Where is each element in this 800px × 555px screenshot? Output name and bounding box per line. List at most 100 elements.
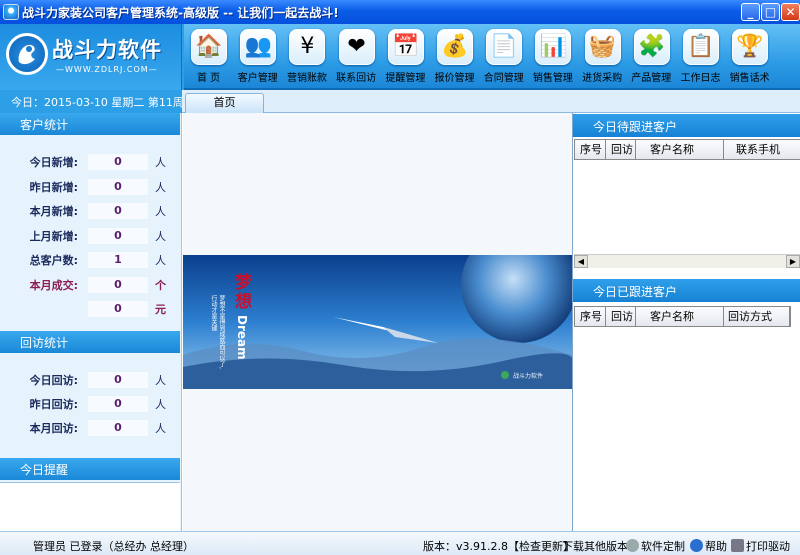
version-check-link[interactable]: 版本：v3.91.2.8【检查更新】 [423, 538, 574, 554]
toolbar-label: 产品管理 [631, 73, 672, 84]
close-button[interactable]: ✕ [781, 3, 800, 21]
header-banner: 战斗力软件 —WWW.ZDLRJ.COM— 🏠 首 页 👥 客户管理 ¥ 营销账款 ❤ 联系回… [0, 24, 800, 90]
followed-table-header: 序号 回访 客户名称 回访方式 [574, 306, 791, 327]
tab-strip: 首页 [182, 90, 800, 113]
tab-home[interactable]: 首页 [185, 93, 264, 113]
customer_stats-row: 0元 [0, 301, 180, 319]
print-driver-link[interactable]: 打印驱动 [731, 538, 790, 554]
login-status: 管理员 已登录（总经办 总经理） [33, 540, 194, 553]
brand-url: —WWW.ZDLRJ.COM— [56, 65, 158, 74]
toolbar-label: 销售管理 [532, 73, 573, 84]
stat-label: 总客户数: [29, 254, 78, 267]
calendar-icon: 📅 [387, 29, 424, 65]
stat-value: 0 [88, 420, 148, 436]
banner-dream-cn: 梦想 [231, 273, 251, 311]
chart-icon: 📊 [535, 29, 572, 65]
toolbar-button-8[interactable]: 🧺 进货采购 [578, 24, 627, 90]
stat-value: 0 [88, 396, 148, 412]
visit_stats-row: 本月回访: 0 人 [0, 420, 180, 438]
toolbar-label: 销售话术 [729, 73, 770, 84]
stat-unit: 人 [155, 229, 166, 243]
followed-header: 今日已跟进客户 [573, 279, 800, 302]
banner-brand: 战斗力软件 [513, 373, 544, 380]
stat-unit: 人 [155, 374, 166, 387]
toolbar-label: 进货采购 [582, 73, 623, 84]
toolbar-button-7[interactable]: 📊 销售管理 [528, 24, 577, 90]
stat-label: 上月新增: [29, 229, 78, 243]
right-panel: 今日待跟进客户 序号 回访 客户名称 联系手机 ◀ ▶ 今日已跟进客户 序号 回… [572, 113, 800, 531]
custom-software-link[interactable]: 软件定制 [626, 538, 685, 554]
col-visit[interactable]: 回访 [606, 307, 636, 326]
stat-label: 本月回访: [29, 422, 78, 435]
scroll-right-icon[interactable]: ▶ [786, 255, 800, 268]
col-index[interactable]: 序号 [575, 307, 606, 326]
toolbar-button-0[interactable]: 🏠 首 页 [184, 24, 233, 90]
visit-stats-header: 回访统计 [0, 331, 180, 353]
help-link[interactable]: 帮助 [690, 538, 727, 554]
toolbar-button-10[interactable]: 📋 工作日志 [676, 24, 725, 90]
toolbar-button-9[interactable]: 🧩 产品管理 [627, 24, 676, 90]
print-label: 打印驱动 [746, 540, 790, 553]
toolbar-button-6[interactable]: 📄 合同管理 [479, 24, 528, 90]
visit_stats-row: 昨日回访: 0 人 [0, 396, 180, 414]
toolbar-button-5[interactable]: 💰 报价管理 [430, 24, 479, 90]
banner-dream-en: Dream [235, 315, 249, 360]
main-toolbar: 🏠 首 页 👥 客户管理 ¥ 营销账款 ❤ 联系回访 📅 提醒管理 💰 报价管理 📄 合同管理 📊 销售管理 🧺… [184, 24, 800, 90]
toolbar-button-2[interactable]: ¥ 营销账款 [282, 24, 331, 90]
trophy-icon: 🏆 [732, 29, 769, 65]
stat-value: 0 [88, 203, 148, 219]
scroll-left-icon[interactable]: ◀ [574, 255, 588, 268]
pending-followup-header: 今日待跟进客户 [573, 114, 800, 137]
help-label: 帮助 [705, 540, 727, 553]
gear-icon [626, 539, 639, 552]
col-visit[interactable]: 回访 [606, 140, 636, 159]
stat-value: 0 [88, 301, 148, 317]
banner-slogan-2: 行动才是关键 [210, 295, 217, 331]
col-visit-method[interactable]: 回访方式 [724, 307, 790, 326]
minimize-button[interactable]: _ [741, 3, 760, 21]
maximize-button[interactable]: □ [761, 3, 780, 21]
dream-banner-image: 梦想 Dream 梦想不是得到成就而可以了, 行动才是关键 战斗力软件 [183, 255, 572, 389]
toolbar-label: 工作日志 [680, 73, 721, 84]
toolbar-button-4[interactable]: 📅 提醒管理 [381, 24, 430, 90]
visit_stats-row: 今日回访: 0 人 [0, 372, 180, 390]
date-display: 今日：2015-03-10 星期二 第11周 [0, 90, 184, 113]
help-icon [690, 539, 703, 552]
toolbar-button-11[interactable]: 🏆 销售话术 [725, 24, 774, 90]
stat-label: 今日新增: [29, 156, 78, 169]
reminders-header: 今日提醒 [0, 458, 180, 480]
col-customer-name[interactable]: 客户名称 [636, 140, 724, 159]
brand-logo: 战斗力软件 —WWW.ZDLRJ.COM— [0, 24, 182, 90]
stat-value: 1 [88, 252, 148, 268]
stat-unit: 元 [155, 303, 166, 316]
stat-label: 今日回访: [29, 374, 78, 387]
heart-icon: ❤ [338, 29, 375, 65]
logo-emblem-icon [6, 33, 48, 75]
stat-unit: 人 [155, 254, 166, 267]
col-customer-name[interactable]: 客户名称 [636, 307, 724, 326]
stat-value: 0 [88, 276, 148, 293]
left-panel: 客户统计 今日新增: 0 人昨日新增: 0 人本月新增: 0 人上月新增: 0 人总客户数: 1 人… [0, 113, 182, 531]
pending-horizontal-scrollbar[interactable]: ◀ ▶ [574, 254, 800, 268]
reminders-list[interactable] [0, 482, 180, 531]
toolbar-label: 首 页 [197, 73, 221, 84]
customer_stats-row: 总客户数: 1 人 [0, 252, 180, 270]
stat-unit: 人 [155, 205, 166, 218]
stat-value: 0 [88, 372, 148, 388]
home-content: 梦想 Dream 梦想不是得到成就而可以了, 行动才是关键 战斗力软件 [183, 113, 572, 531]
toolbar-button-1[interactable]: 👥 客户管理 [233, 24, 282, 90]
toolbar-button-3[interactable]: ❤ 联系回访 [332, 24, 381, 90]
col-index[interactable]: 序号 [575, 140, 606, 159]
col-mobile[interactable]: 联系手机 [724, 140, 800, 159]
stat-unit: 人 [155, 398, 166, 411]
banner-slogan-1: 梦想不是得到成就而可以了, [218, 295, 225, 369]
stat-label: 昨日新增: [29, 180, 78, 194]
stat-label: 本月成交: [29, 278, 78, 292]
status-bar: 管理员 已登录（总经办 总经理） 版本：v3.91.2.8【检查更新】 下载其他… [0, 531, 800, 555]
puzzle-icon: 🧩 [633, 29, 670, 65]
yen-icon: ¥ [289, 29, 326, 65]
download-versions-link[interactable]: 下载其他版本 [562, 538, 628, 554]
brand-name: 战斗力软件 [52, 38, 162, 62]
customer_stats-row: 上月新增: 0 人 [0, 227, 180, 246]
printer-icon [731, 539, 744, 552]
